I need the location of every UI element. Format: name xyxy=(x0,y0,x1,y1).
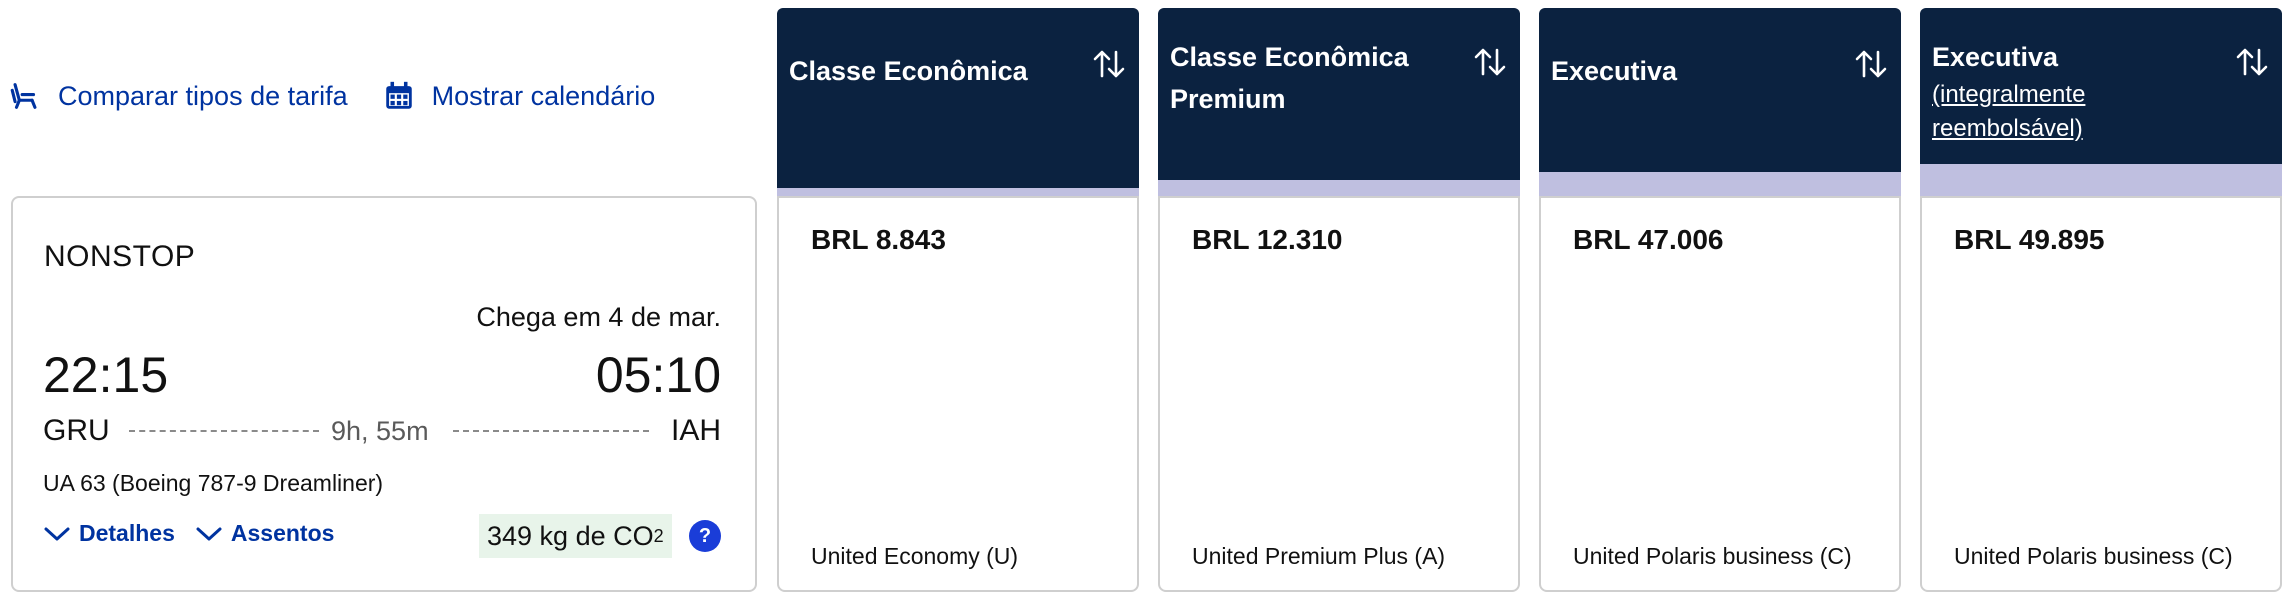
fare-cabin: United Polaris business (C) xyxy=(1954,543,2233,569)
arrival-date: Chega em 4 de mar. xyxy=(476,302,721,332)
show-calendar-link[interactable]: Mostrar calendário xyxy=(382,79,656,113)
fare-header-premium-economy[interactable]: Classe Econômica Premium xyxy=(1158,8,1520,180)
fare-cell-premium-economy[interactable]: BRL 12.310 United Premium Plus (A) xyxy=(1158,196,1520,592)
nonstop-label: NONSTOP xyxy=(44,240,196,273)
fare-price: BRL 47.006 xyxy=(1573,224,1724,255)
departure-time: 22:15 xyxy=(43,347,169,403)
fare-title: Classe Econômica xyxy=(789,56,1028,86)
chevron-down-icon xyxy=(44,527,70,540)
fare-header-economy[interactable]: Classe Econômica xyxy=(777,8,1139,188)
sort-icon[interactable] xyxy=(2232,42,2272,82)
fare-price: BRL 49.895 xyxy=(1954,224,2105,255)
fare-cell-business[interactable]: BRL 47.006 United Polaris business (C) xyxy=(1539,196,1901,592)
route-line-left xyxy=(129,430,319,432)
fare-price: BRL 12.310 xyxy=(1192,224,1343,255)
sort-icon[interactable] xyxy=(1470,42,1510,82)
fare-title: Executiva xyxy=(1551,56,1678,86)
fare-cabin: United Premium Plus (A) xyxy=(1192,543,1446,569)
co2-value: 349 kg de CO xyxy=(487,520,654,551)
fare-column-business: Executiva BRL 47.006 United Polaris busi… xyxy=(1539,8,1901,592)
chevron-down-icon xyxy=(196,527,222,540)
fare-cell-economy[interactable]: BRL 8.843 United Economy (U) xyxy=(777,196,1139,592)
destination-airport: IAH xyxy=(670,414,721,447)
flight-toggles: Detalhes Assentos xyxy=(43,520,334,547)
fare-cabin: United Economy (U) xyxy=(811,543,1019,569)
fare-title-line1: Classe Econômica xyxy=(1170,42,1409,72)
sort-icon[interactable] xyxy=(1851,44,1891,84)
fare-subtitle-line1[interactable]: (integralmente xyxy=(1932,78,2085,112)
seats-toggle[interactable]: Assentos xyxy=(195,520,335,547)
compare-fare-types-link[interactable]: Comparar tipos de tarifa xyxy=(8,79,348,113)
co2-subscript: 2 xyxy=(653,525,664,546)
fare-band xyxy=(1539,172,1901,196)
compare-fare-types-label: Comparar tipos de tarifa xyxy=(58,80,348,111)
fare-cell-business-refundable[interactable]: BRL 49.895 United Polaris business (C) xyxy=(1920,196,2282,592)
details-label: Detalhes xyxy=(79,520,175,546)
details-toggle[interactable]: Detalhes xyxy=(43,520,175,547)
fare-title-line1: Executiva xyxy=(1932,42,2059,72)
fare-column-premium-economy: Classe Econômica Premium BRL 12.310 Unit… xyxy=(1158,8,1520,592)
fare-column-economy: Classe Econômica BRL 8.843 United Econom… xyxy=(777,8,1139,592)
calendar-icon xyxy=(382,79,416,113)
seat-icon xyxy=(8,79,42,113)
arrival-time: 05:10 xyxy=(595,347,721,403)
fare-column-business-refundable: Executiva (integralmente reembolsável) B… xyxy=(1920,8,2282,592)
aircraft-info: UA 63 (Boeing 787-9 Dreamliner) xyxy=(43,470,384,496)
top-links: Comparar tipos de tarifa Mostrar calendá… xyxy=(8,72,655,120)
fare-band xyxy=(777,188,1139,196)
fare-header-business[interactable]: Executiva xyxy=(1539,8,1901,172)
show-calendar-label: Mostrar calendário xyxy=(431,80,656,111)
fare-title: Classe Econômica Premium xyxy=(1170,36,1409,120)
fare-band xyxy=(1920,164,2282,196)
flight-card: NONSTOP Chega em 4 de mar. 22:15 05:10 G… xyxy=(11,196,757,592)
seats-label: Assentos xyxy=(230,520,335,546)
fare-price: BRL 8.843 xyxy=(811,224,946,255)
fare-header-business-refundable[interactable]: Executiva (integralmente reembolsável) xyxy=(1920,8,2282,164)
fare-band xyxy=(1158,180,1520,196)
flight-duration: 9h, 55m xyxy=(331,416,429,446)
route-line-right xyxy=(453,430,649,432)
origin-airport: GRU xyxy=(43,414,110,447)
sort-icon[interactable] xyxy=(1089,44,1129,84)
help-icon[interactable]: ? xyxy=(689,520,721,552)
fare-title: Executiva (integralmente reembolsável) xyxy=(1932,36,2085,146)
fare-title-line2: Premium xyxy=(1170,84,1286,114)
co2-badge: 349 kg de CO 2 xyxy=(479,514,672,558)
fare-cabin: United Polaris business (C) xyxy=(1573,543,1852,569)
fare-subtitle-line2[interactable]: reembolsável) xyxy=(1932,112,2085,146)
